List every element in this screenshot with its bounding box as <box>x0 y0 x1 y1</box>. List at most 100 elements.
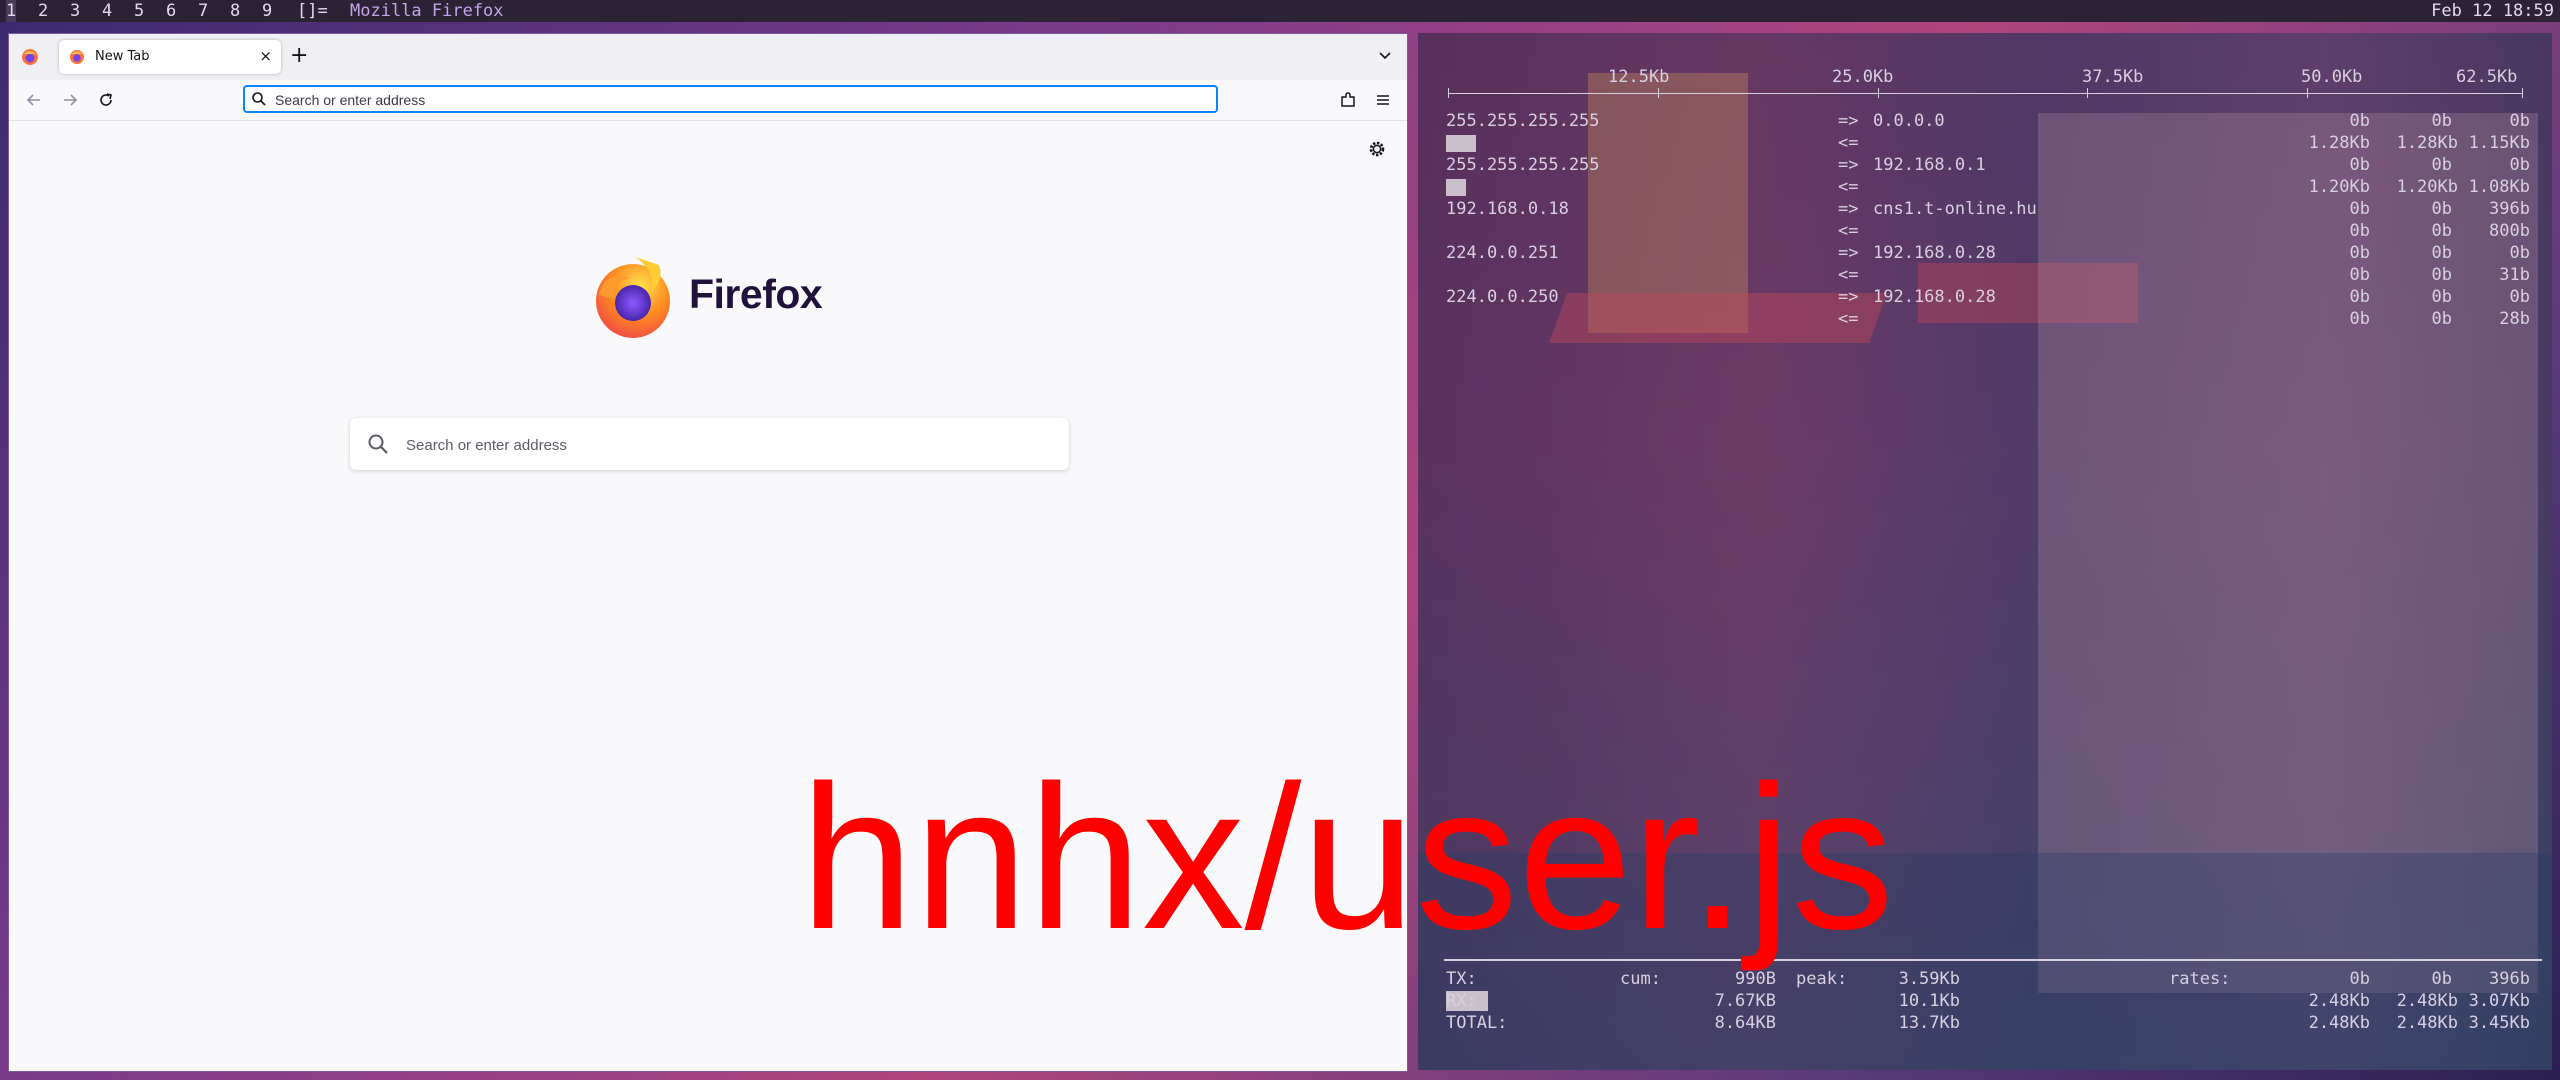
flow-in-10s: 0b <box>2431 221 2452 241</box>
tx-label: TX: <box>1446 969 1477 989</box>
tx-rate-40s: 396b <box>2489 969 2530 989</box>
flow-in-2s: 1.28Kb <box>2308 133 2370 153</box>
tab-new-tab[interactable]: New Tab × <box>59 40 281 74</box>
background-roof <box>1548 293 1888 343</box>
tx-peak: 3.59Kb <box>1898 969 1960 989</box>
workspace-6[interactable]: 6 <box>166 0 176 22</box>
workspace-2[interactable]: 2 <box>38 0 48 22</box>
flow-in-2s: 0b <box>2349 309 2370 329</box>
flow-direction-in: <= <box>1838 177 1859 197</box>
flow-out-10s: 0b <box>2431 155 2452 175</box>
firefox-favicon-icon <box>70 50 84 64</box>
firefox-wordmark: Firefox <box>689 271 823 317</box>
rx-peak: 10.1Kb <box>1898 991 1960 1011</box>
flow-out-10s: 0b <box>2431 287 2452 307</box>
flow-out-40s: 396b <box>2489 199 2530 219</box>
workspace-9[interactable]: 9 <box>262 0 272 22</box>
rates-label: rates: <box>2169 969 2231 989</box>
firefox-view-icon[interactable] <box>21 48 39 66</box>
top-status-bar: 1 2 3 4 5 6 7 8 9 []= Mozilla Firefox Fe… <box>0 0 2560 22</box>
flow-out-40s: 0b <box>2509 287 2530 307</box>
flow-host: 255.255.255.255 <box>1446 155 1600 175</box>
reload-icon[interactable] <box>95 89 117 111</box>
rx-cum: 7.67KB <box>1714 991 1776 1011</box>
settings-gear-icon[interactable] <box>1367 139 1387 159</box>
flow-direction-in: <= <box>1838 265 1859 285</box>
scale-tick <box>1878 88 1879 98</box>
firefox-logo-icon <box>596 257 670 338</box>
scale-tick <box>2522 88 2523 98</box>
scale-tick <box>2307 88 2308 98</box>
forward-icon[interactable] <box>59 89 81 111</box>
tab-label: New Tab <box>95 49 150 64</box>
workspace-5[interactable]: 5 <box>134 0 144 22</box>
flow-peer: 192.168.0.1 <box>1873 155 1986 175</box>
layout-indicator[interactable]: []= <box>297 0 328 22</box>
flow-out-2s: 0b <box>2349 243 2370 263</box>
extensions-icon[interactable] <box>1337 89 1359 111</box>
flow-direction-out: => <box>1838 155 1859 175</box>
flow-out-10s: 0b <box>2431 111 2452 131</box>
flow-out-2s: 0b <box>2349 155 2370 175</box>
rx-label: RX: <box>1446 991 1488 1011</box>
flow-host: 192.168.0.18 <box>1446 199 1569 219</box>
flow-in-10s: 0b <box>2431 265 2452 285</box>
clock: Feb 12 18:59 <box>2431 1 2554 21</box>
workspace-8[interactable]: 8 <box>230 0 240 22</box>
flow-out-2s: 0b <box>2349 199 2370 219</box>
tab-strip: New Tab × + <box>9 34 1407 80</box>
new-tab-search-box[interactable] <box>350 418 1069 470</box>
flow-peer: 0.0.0.0 <box>1873 111 1945 131</box>
scale-tick <box>2087 88 2088 98</box>
flow-in-10s: 0b <box>2431 309 2452 329</box>
scale-tick-label: 25.0Kb <box>1832 67 1894 87</box>
flow-out-10s: 0b <box>2431 199 2452 219</box>
scale-tick <box>1658 88 1659 98</box>
new-tab-search-input[interactable] <box>404 432 1048 458</box>
search-icon <box>252 92 266 106</box>
flow-peer: 192.168.0.28 <box>1873 287 1996 307</box>
flow-in-40s: 28b <box>2499 309 2530 329</box>
flow-out-2s: 0b <box>2349 287 2370 307</box>
workspace-7[interactable]: 7 <box>198 0 208 22</box>
navigation-toolbar <box>9 80 1407 121</box>
workspace-1[interactable]: 1 <box>6 0 17 22</box>
flow-host: 224.0.0.251 <box>1446 243 1559 263</box>
flow-in-40s: 1.15Kb <box>2468 133 2530 153</box>
flow-direction-out: => <box>1838 111 1859 131</box>
flow-direction-out: => <box>1838 199 1859 219</box>
scale-tick-label: 37.5Kb <box>2082 67 2144 87</box>
flow-out-10s: 0b <box>2431 243 2452 263</box>
scale-tick <box>1448 88 1449 98</box>
hamburger-menu-icon[interactable] <box>1372 89 1394 111</box>
flow-peer: cns1.t-online.hu <box>1873 199 2037 219</box>
flow-host: 224.0.0.250 <box>1446 287 1559 307</box>
flow-out-40s: 0b <box>2509 111 2530 131</box>
scale-axis <box>1448 93 2522 94</box>
tab-close-icon[interactable]: × <box>259 47 272 65</box>
flow-peer: 192.168.0.28 <box>1873 243 1996 263</box>
flow-direction-in: <= <box>1838 309 1859 329</box>
url-input[interactable] <box>273 89 1207 111</box>
flow-in-2s: 1.20Kb <box>2308 177 2370 197</box>
new-tab-button[interactable]: + <box>290 43 308 69</box>
workspace-4[interactable]: 4 <box>102 0 112 22</box>
total-peak: 13.7Kb <box>1898 1013 1960 1033</box>
back-icon[interactable] <box>23 89 45 111</box>
tx-rate-2s: 0b <box>2349 969 2370 989</box>
total-label: TOTAL: <box>1446 1013 1508 1033</box>
flow-in-40s: 1.08Kb <box>2468 177 2530 197</box>
flow-direction-in: <= <box>1838 221 1859 241</box>
flow-direction-out: => <box>1838 287 1859 307</box>
flow-in-2s: 0b <box>2349 221 2370 241</box>
workspace-3[interactable]: 3 <box>70 0 80 22</box>
rx-rate-40s: 3.07Kb <box>2468 991 2530 1011</box>
peak-label: peak: <box>1796 969 1848 989</box>
tab-list-chevron-icon[interactable] <box>1375 45 1395 65</box>
url-bar[interactable] <box>243 85 1218 113</box>
total-cum: 8.64KB <box>1714 1013 1776 1033</box>
total-rate-2s: 2.48Kb <box>2308 1013 2370 1033</box>
focused-window-title: Mozilla Firefox <box>350 1 504 21</box>
traffic-bar <box>1446 135 1476 152</box>
flow-direction-out: => <box>1838 243 1859 263</box>
